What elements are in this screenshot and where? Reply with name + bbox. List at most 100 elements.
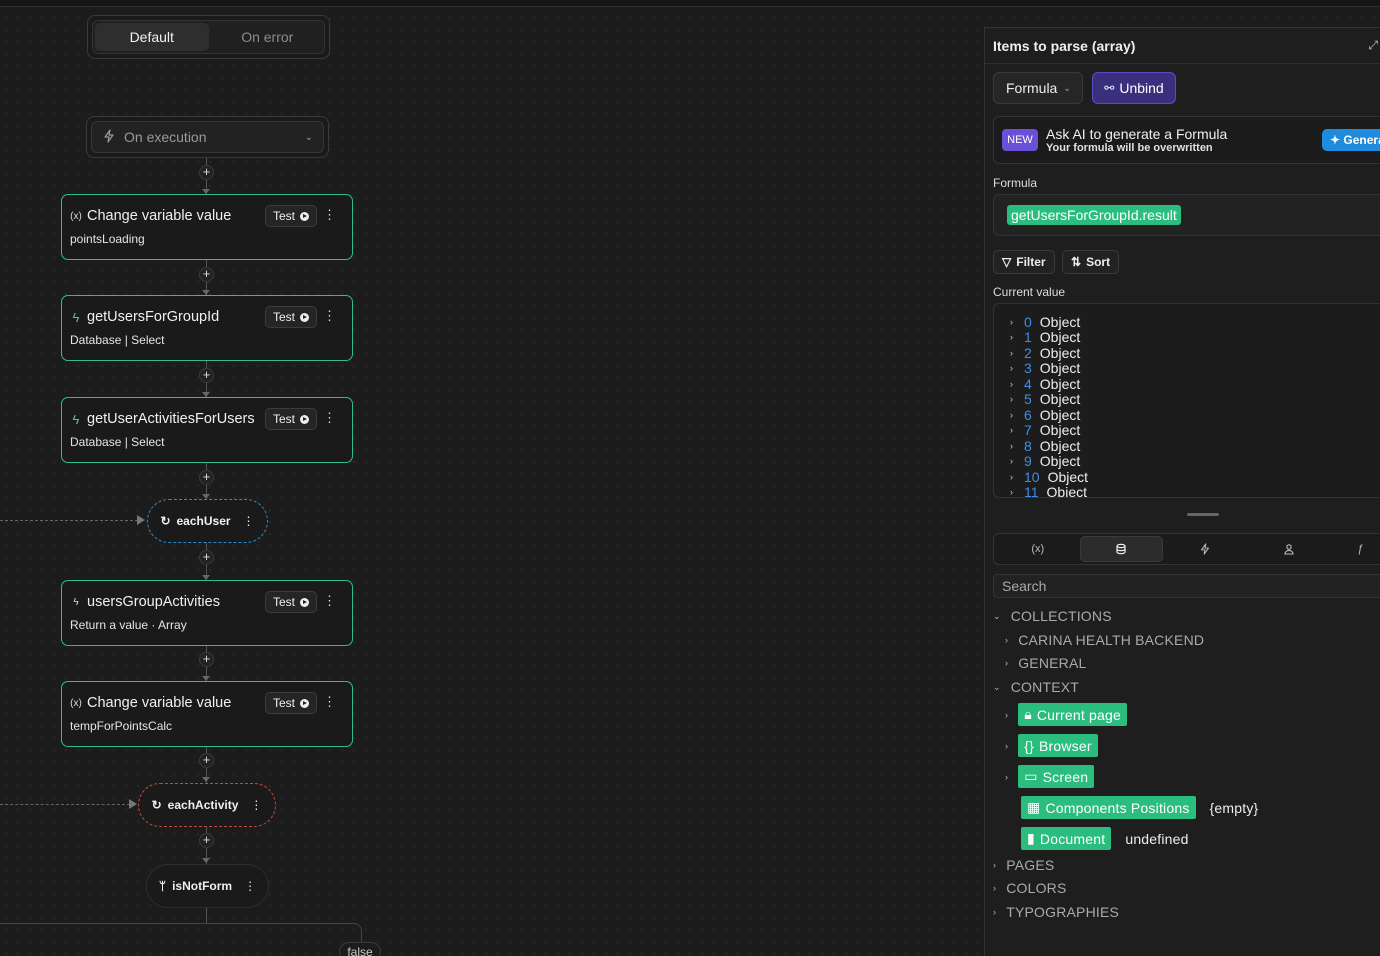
more-icon[interactable]: ⋮ (250, 798, 262, 812)
formula-token[interactable]: getUsersForGroupId.result (1007, 205, 1181, 225)
unbind-button[interactable]: ⚯ Unbind (1092, 72, 1176, 104)
chevron-right-icon: › (1010, 409, 1013, 420)
test-button[interactable]: Test (264, 408, 317, 430)
chevron-right-icon: › (1010, 471, 1013, 482)
step-card[interactable]: (x) Change variable value pointsLoading … (61, 194, 353, 260)
tree-colors[interactable]: › COLORS (993, 880, 1067, 896)
tab-workflows[interactable] (1163, 536, 1247, 562)
more-icon[interactable]: ⋮ (244, 879, 256, 893)
more-icon[interactable]: ⋮ (243, 514, 255, 528)
more-icon[interactable]: ⋮ (323, 411, 336, 425)
tab-user[interactable] (1247, 536, 1331, 562)
value-row[interactable]: › 7 Object (994, 422, 1380, 439)
tree-screen[interactable]: › ▭ Screen (1005, 765, 1095, 788)
tab-default[interactable]: Default (95, 23, 209, 51)
step-card[interactable]: ϟ usersGroupActivities Return a value · … (61, 580, 353, 646)
value-index: 11 (1024, 484, 1039, 498)
test-button[interactable]: Test (264, 591, 317, 613)
branch-node[interactable]: ᛘ isNotForm ⋮ (146, 864, 269, 908)
arrow-icon (129, 799, 137, 809)
tree-pages[interactable]: › PAGES (993, 857, 1054, 873)
add-step-button[interactable]: + (199, 550, 214, 565)
ai-formula-box: NEW Ask AI to generate a Formula Your fo… (993, 116, 1380, 164)
generate-button[interactable]: ✦ Genera (1322, 129, 1380, 151)
expand-icon[interactable]: ⤢ (1368, 38, 1378, 53)
value-row[interactable]: › 8 Object (994, 438, 1380, 454)
add-step-button[interactable]: + (199, 652, 214, 667)
value-row[interactable]: › 3 Object (994, 360, 1380, 377)
value-index: 5 (1024, 391, 1032, 408)
formula-mode-dropdown[interactable]: Formula ⌄ (993, 72, 1083, 104)
value-row[interactable]: › 6 Object (994, 407, 1380, 423)
tab-variables[interactable]: (x) (996, 536, 1080, 562)
add-step-button[interactable]: + (199, 753, 214, 768)
value-index: 4 (1024, 375, 1032, 392)
tree-components-positions[interactable]: ▦ Components Positions {empty} (1021, 796, 1258, 819)
arrow-icon (137, 515, 145, 525)
value-index: 7 (1024, 422, 1032, 439)
formula-editor[interactable]: getUsersForGroupId.result (993, 194, 1380, 236)
add-step-button[interactable]: + (199, 165, 214, 180)
value-row[interactable]: › 0 Object (994, 314, 1380, 330)
trigger-select[interactable]: On execution ⌄ (86, 116, 329, 158)
tree-typographies[interactable]: › TYPOGRAPHIES (993, 904, 1119, 920)
resize-handle[interactable] (1187, 513, 1219, 516)
play-icon (300, 698, 309, 708)
filter-button[interactable]: ▽ Filter (993, 250, 1055, 274)
add-step-button[interactable]: + (199, 368, 214, 383)
tree-document[interactable]: ▮ Document undefined (1021, 827, 1189, 850)
tree-carina[interactable]: › CARINA HEALTH BACKEND (1005, 632, 1204, 648)
tab-on-error[interactable]: On error (211, 21, 325, 53)
step-card[interactable]: ϟ getUserActivitiesForUsers Database | S… (61, 397, 353, 463)
value-index: 9 (1024, 453, 1032, 470)
add-step-button[interactable]: + (199, 470, 214, 485)
value-row[interactable]: › 1 Object (994, 329, 1380, 346)
tab-data[interactable] (1079, 536, 1164, 562)
tree-browser[interactable]: ›{} Browser (1005, 734, 1098, 757)
add-step-button[interactable]: + (199, 267, 214, 282)
arrow-icon (202, 777, 210, 782)
chevron-down-icon: ⌄ (304, 131, 313, 143)
value-row[interactable]: › 4 Object (994, 376, 1380, 392)
value-index: 8 (1024, 437, 1032, 454)
add-step-button[interactable]: + (199, 833, 214, 848)
step-card[interactable]: (x) Change variable value tempForPointsC… (61, 681, 353, 747)
play-icon (300, 211, 309, 221)
step-title: getUserActivitiesForUsers (87, 411, 255, 427)
branch-line (0, 923, 362, 956)
more-icon[interactable]: ⋮ (323, 208, 336, 222)
value-index: 1 (1024, 329, 1032, 346)
sort-button[interactable]: ⇅ Sort (1062, 250, 1120, 274)
loop-node[interactable]: ↻ eachActivity ⋮ (138, 783, 276, 827)
test-button[interactable]: Test (264, 205, 317, 227)
value-row[interactable]: › 9 Object (994, 453, 1380, 470)
tree-current-page[interactable]: › 🔒︎ Current page (1005, 703, 1127, 726)
test-button[interactable]: Test (264, 306, 317, 328)
value-text: undefined (1125, 830, 1189, 847)
more-icon[interactable]: ⋮ (323, 695, 336, 709)
tree-general[interactable]: › GENERAL (1005, 655, 1087, 671)
value-index: 3 (1024, 360, 1032, 377)
filter-icon: ▽ (1002, 255, 1012, 269)
loop-icon: ↻ (160, 514, 171, 528)
loop-node[interactable]: ↻ eachUser ⋮ (147, 499, 268, 543)
value-type: Object (1039, 375, 1081, 392)
formula-panel: Items to parse (array) ⤢ Formula ⌄ ⚯ Unbi… (984, 27, 1380, 956)
value-row[interactable]: › 10 Object (994, 469, 1380, 485)
tree-context[interactable]: ⌄ CONTEXT (993, 679, 1079, 695)
step-card[interactable]: ϟ getUsersForGroupId Database | Select T… (61, 295, 353, 361)
value-row[interactable]: › 11 Object (994, 484, 1380, 498)
chevron-right-icon: › (1010, 316, 1013, 327)
chevron-down-icon: ⌄ (993, 610, 1001, 621)
value-row[interactable]: › 5 Object (994, 391, 1380, 408)
tab-functions[interactable]: ƒ (1330, 536, 1380, 562)
test-button[interactable]: Test (264, 692, 317, 714)
unlink-icon: ⚯ (1104, 81, 1115, 95)
top-bar (0, 0, 1380, 7)
search-input[interactable]: Search (993, 574, 1380, 598)
value-row[interactable]: › 2 Object (994, 345, 1380, 361)
more-icon[interactable]: ⋮ (323, 594, 336, 608)
tree-collections[interactable]: ⌄ COLLECTIONS (993, 608, 1112, 624)
more-icon[interactable]: ⋮ (323, 309, 336, 323)
loop-label: eachUser (176, 514, 231, 528)
